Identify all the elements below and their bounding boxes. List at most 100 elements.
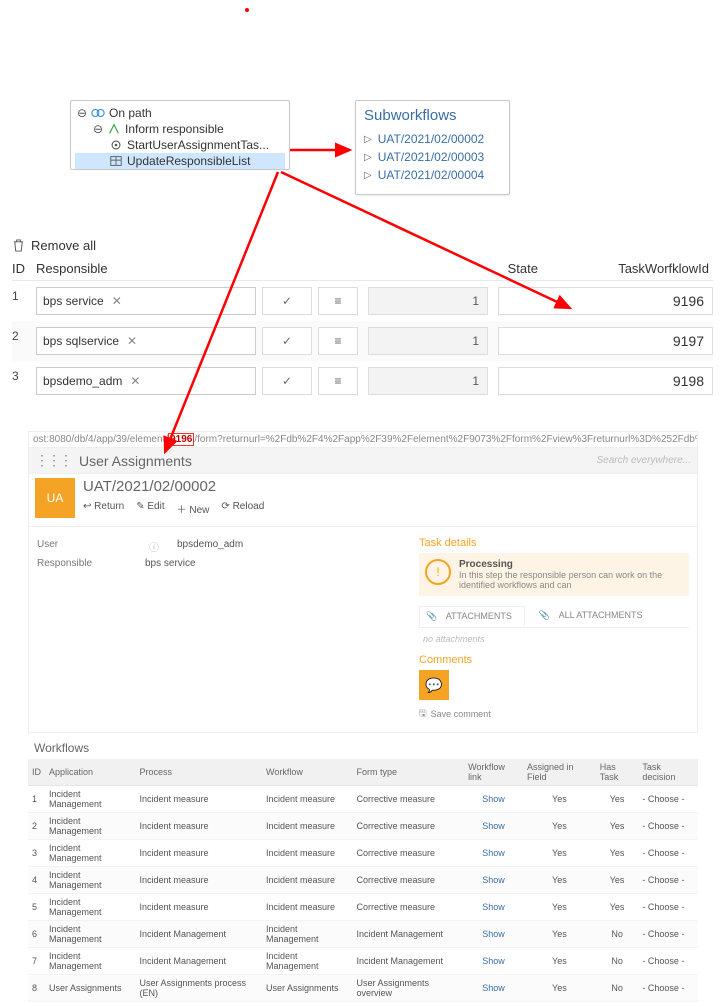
- task-details-header: Task details: [419, 537, 689, 549]
- table-icon: [109, 154, 123, 168]
- confirm-button[interactable]: ✓: [262, 287, 312, 315]
- task-card: ! Processing In this step the responsibl…: [419, 553, 689, 596]
- app-launcher-icon[interactable]: ⋮⋮⋮: [35, 452, 71, 469]
- tree-label: StartUserAssignmentTas...: [127, 138, 269, 152]
- col-state: State: [426, 261, 546, 276]
- table-row: 1bps service✕✓≡19196: [12, 281, 713, 321]
- col-id: ID: [12, 261, 36, 276]
- clear-icon[interactable]: ✕: [130, 374, 140, 388]
- workflow-show-link[interactable]: Show: [482, 956, 505, 966]
- return-button[interactable]: ↩ Return: [83, 501, 124, 516]
- workflow-show-link[interactable]: Show: [482, 983, 505, 993]
- subworkflow-link[interactable]: ▷UAT/2021/02/00003: [364, 148, 501, 166]
- workflow-show-link[interactable]: Show: [482, 929, 505, 939]
- menu-button[interactable]: ≡: [318, 287, 358, 315]
- table-row: 3bpsdemo_adm✕✓≡ 1 9198: [12, 361, 713, 401]
- tree-node-inform[interactable]: ⊖ Inform responsible: [75, 121, 285, 137]
- instance-hero: UA UAT/2021/02/00002 ↩ Return ✎ Edit ＋ N…: [28, 474, 698, 527]
- confirm-button[interactable]: ✓: [262, 327, 312, 355]
- gear-icon: [109, 138, 123, 152]
- subworkflow-link[interactable]: ▷UAT/2021/02/00002: [364, 130, 501, 148]
- tab-all-attachments[interactable]: 📎 ALL ATTACHMENTS: [533, 606, 655, 627]
- task-decision-select[interactable]: - Choose -: [638, 975, 698, 1002]
- item-list: Remove all ID Responsible State TaskWorf…: [12, 238, 713, 401]
- grid-header: ID Responsible State TaskWorfklowId: [12, 261, 713, 281]
- wf-row: 5Incident ManagementIncident measureInci…: [28, 894, 698, 921]
- task-decision-select[interactable]: - Choose -: [638, 948, 698, 975]
- col-taskwfid: TaskWorfklowId: [546, 261, 713, 276]
- play-icon: ▷: [364, 170, 372, 181]
- state-cell: 1: [368, 287, 488, 315]
- workflow-show-link[interactable]: Show: [482, 848, 505, 858]
- wf-col-header: Process: [135, 759, 262, 786]
- taskwfid-cell[interactable]: 9197: [498, 327, 713, 355]
- subworkflows-panel: Subworkflows ▷UAT/2021/02/00002 ▷UAT/202…: [355, 100, 510, 195]
- tree-label: On path: [109, 106, 152, 120]
- new-button[interactable]: ＋ New: [177, 501, 210, 516]
- attachments-tabs: 📎 ATTACHMENTS 📎 ALL ATTACHMENTS: [419, 606, 689, 628]
- responsible-input[interactable]: bps service✕: [36, 287, 256, 315]
- tree-label: UpdateResponsibleList: [127, 154, 250, 168]
- responsible-input[interactable]: bpsdemo_adm✕: [36, 367, 256, 395]
- clear-icon[interactable]: ✕: [127, 334, 137, 348]
- row-index: 2: [12, 327, 36, 343]
- task-decision-select[interactable]: - Choose -: [638, 840, 698, 867]
- field-value-responsible: bps service: [145, 558, 196, 569]
- tab-attachments[interactable]: 📎 ATTACHMENTS: [419, 606, 525, 627]
- task-description: In this step the responsible person can …: [459, 570, 683, 590]
- task-decision-select[interactable]: - Choose -: [638, 894, 698, 921]
- detail-page: ost:8080/db/4/app/39/element/9196/form?r…: [28, 431, 698, 1002]
- task-title: Processing: [459, 559, 683, 570]
- responsible-input[interactable]: bps sqlservice✕: [36, 327, 256, 355]
- table-row: 2bps sqlservice✕✓≡ 1 9197: [12, 321, 713, 361]
- task-decision-select[interactable]: - Choose -: [638, 921, 698, 948]
- instance-id: UAT/2021/02/00002: [83, 478, 264, 495]
- task-decision-select[interactable]: - Choose -: [638, 786, 698, 813]
- clear-icon[interactable]: ✕: [112, 294, 122, 308]
- taskwfid-cell[interactable]: 9196: [498, 287, 713, 315]
- global-search[interactable]: Search everywhere...: [597, 455, 692, 466]
- task-decision-select[interactable]: - Choose -: [638, 813, 698, 840]
- wf-row: 3Incident ManagementIncident measureInci…: [28, 840, 698, 867]
- url-highlight: 9196: [168, 433, 194, 446]
- tree-node-updateresp[interactable]: UpdateResponsibleList: [75, 153, 285, 169]
- row-index: 3: [12, 367, 36, 383]
- menu-button[interactable]: ≡: [318, 327, 358, 355]
- subworkflow-link[interactable]: ▷UAT/2021/02/00004: [364, 166, 501, 184]
- workflow-show-link[interactable]: Show: [482, 875, 505, 885]
- comments-header: Comments: [419, 654, 689, 666]
- remove-all-button[interactable]: Remove all: [12, 238, 713, 253]
- save-comment-button[interactable]: 🖫 Save comment: [419, 706, 689, 722]
- collapse-icon[interactable]: ⊖: [93, 122, 103, 136]
- info-icon[interactable]: ⓘ: [149, 539, 159, 554]
- confirm-button[interactable]: ✓: [262, 367, 312, 395]
- task-decision-select[interactable]: - Choose -: [638, 867, 698, 894]
- tree-node-startuat[interactable]: StartUserAssignmentTas...: [75, 137, 285, 153]
- processing-icon: !: [425, 559, 451, 585]
- subworkflows-title: Subworkflows: [364, 107, 501, 124]
- wf-col-header: Assigned in Field: [523, 759, 596, 786]
- page-header-bar: ⋮⋮⋮ User Assignments Search everywhere..…: [28, 448, 698, 474]
- wf-row: 7Incident ManagementIncident ManagementI…: [28, 948, 698, 975]
- row-index: 1: [12, 287, 36, 303]
- edit-button[interactable]: ✎ Edit: [136, 501, 164, 516]
- tree-node-onpath[interactable]: ⊖ On path: [75, 105, 285, 121]
- comment-icon[interactable]: 💬: [419, 670, 449, 700]
- menu-button[interactable]: ≡: [318, 367, 358, 395]
- collapse-icon[interactable]: ⊖: [77, 106, 87, 120]
- workflow-show-link[interactable]: Show: [482, 902, 505, 912]
- wf-col-header: Workflow: [262, 759, 352, 786]
- address-bar[interactable]: ost:8080/db/4/app/39/element/9196/form?r…: [28, 431, 698, 448]
- workflow-show-link[interactable]: Show: [482, 821, 505, 831]
- instance-badge: UA: [35, 478, 75, 518]
- wf-col-header: ID: [28, 759, 45, 786]
- state-cell: 1: [368, 367, 488, 395]
- state-cell: 1: [368, 327, 488, 355]
- reload-button[interactable]: ⟳ Reload: [221, 501, 264, 516]
- wf-row: 6Incident ManagementIncident ManagementI…: [28, 921, 698, 948]
- workflow-show-link[interactable]: Show: [482, 794, 505, 804]
- play-icon: ▷: [364, 134, 372, 145]
- play-icon: ▷: [364, 152, 372, 163]
- taskwfid-cell[interactable]: 9198: [498, 367, 713, 395]
- trash-icon: [12, 238, 25, 253]
